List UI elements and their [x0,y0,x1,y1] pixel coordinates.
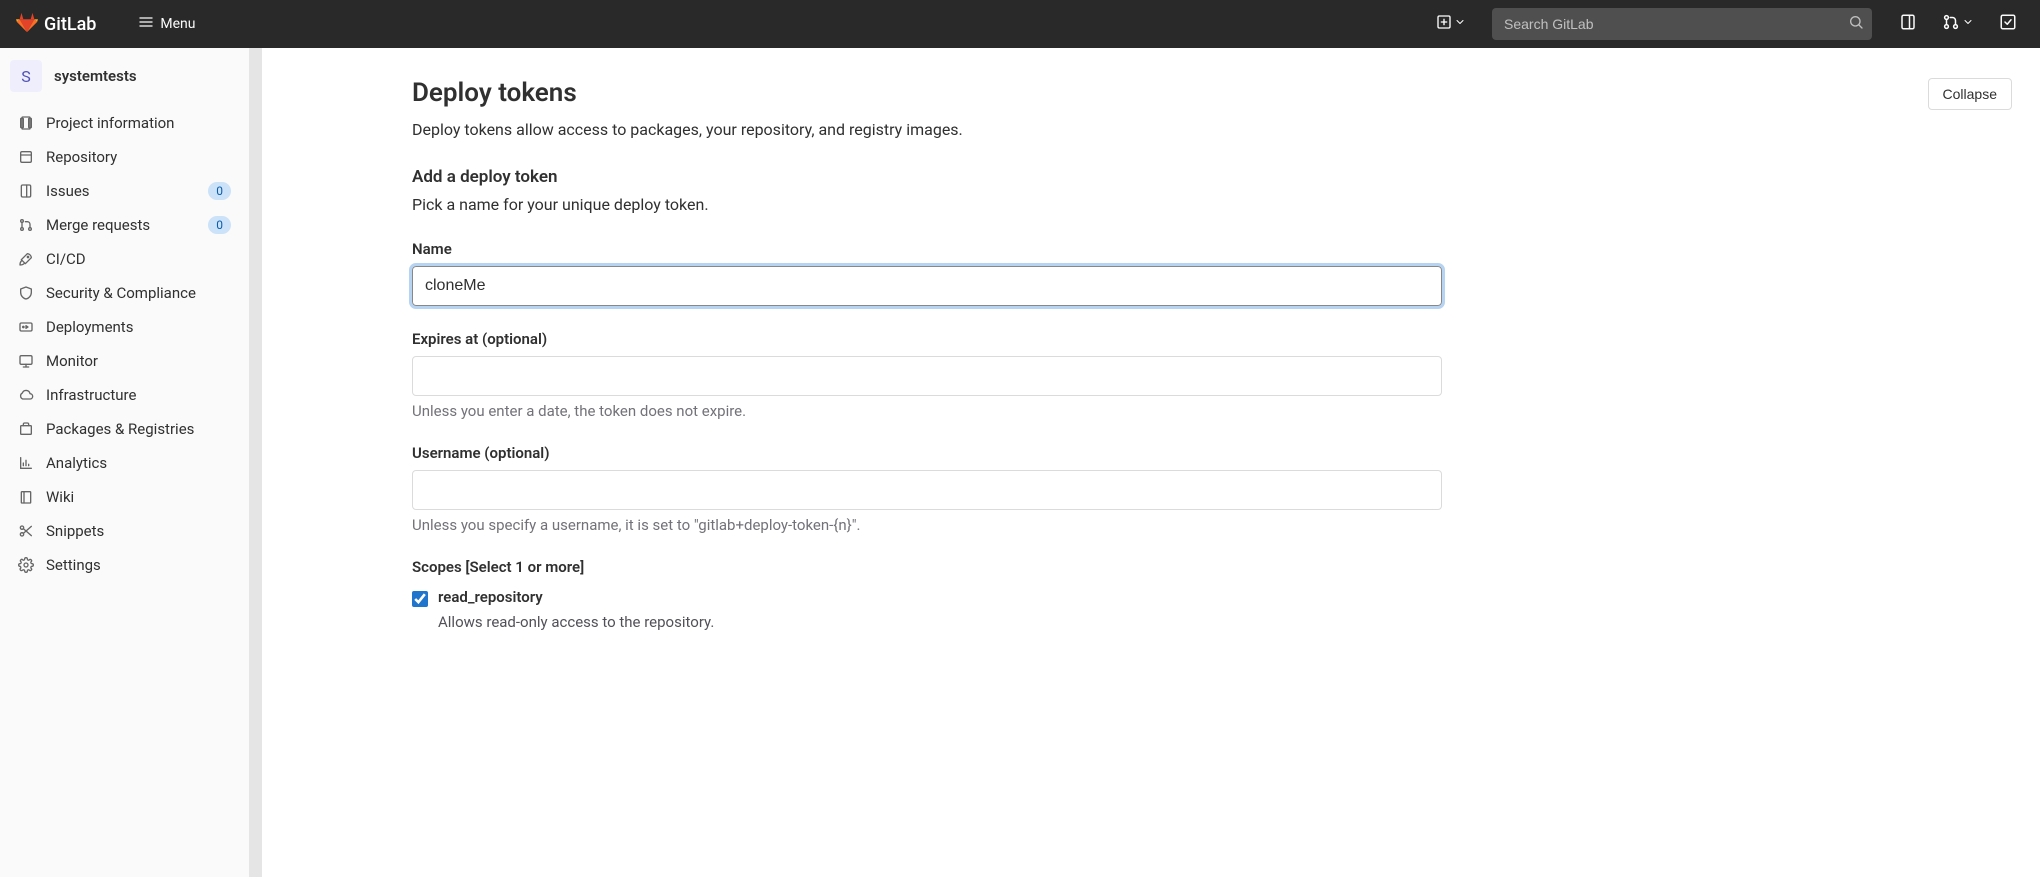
menu-label: Menu [160,16,195,32]
sidebar-item-project-information[interactable]: Project information [8,106,241,140]
collapse-button[interactable]: Collapse [1928,78,2012,110]
project-info-icon [18,115,34,131]
sidebar-item-label: Analytics [46,454,231,472]
brand-text: GitLab [44,14,96,35]
scopes-label: Scopes [Select 1 or more] [412,558,1442,576]
main-content: Deploy tokens Collapse Deploy tokens all… [262,48,2040,877]
issues-icon [1899,13,1917,35]
sidebar-item-label: Packages & Registries [46,420,231,438]
sidebar-item-label: Deployments [46,318,231,336]
sidebar-item-label: Monitor [46,352,231,370]
project-name: systemtests [54,67,137,85]
package-icon [18,421,34,437]
sidebar-item-label: Issues [46,182,196,200]
todo-icon [1999,13,2017,35]
sidebar-item-label: Repository [46,148,231,166]
scope-read-repository-checkbox[interactable] [412,591,428,607]
sidebar-item-snippets[interactable]: Snippets [8,514,241,548]
sidebar-item-packages[interactable]: Packages & Registries [8,412,241,446]
sidebar-item-issues[interactable]: Issues 0 [8,174,241,208]
gitlab-logo-icon [16,11,38,37]
menu-button[interactable]: Menu [128,8,205,40]
sidebar-item-merge-requests[interactable]: Merge requests 0 [8,208,241,242]
project-avatar: S [10,60,42,92]
sidebar-item-label: Settings [46,556,231,574]
issues-count-badge: 0 [208,182,231,200]
expires-label: Expires at (optional) [412,330,1442,348]
global-search [1492,8,1872,40]
repository-icon [18,149,34,165]
sidebar-item-monitor[interactable]: Monitor [8,344,241,378]
username-label: Username (optional) [412,444,1442,462]
mr-count-badge: 0 [208,216,231,234]
monitor-icon [18,353,34,369]
scope-description: Allows read-only access to the repositor… [438,613,1442,631]
sidebar-item-label: Infrastructure [46,386,231,404]
rocket-icon [18,251,34,267]
merge-request-icon [18,217,34,233]
issues-nav-button[interactable] [1892,8,1924,40]
name-label: Name [412,240,1442,258]
sidebar-item-label: Snippets [46,522,231,540]
username-help-text: Unless you specify a username, it is set… [412,516,1442,534]
expires-help-text: Unless you enter a date, the token does … [412,402,1442,420]
sidebar-item-deployments[interactable]: Deployments [8,310,241,344]
search-input[interactable] [1492,8,1872,40]
todos-nav-button[interactable] [1992,8,2024,40]
gear-icon [18,557,34,573]
token-username-input[interactable] [412,470,1442,510]
sidebar-item-cicd[interactable]: CI/CD [8,242,241,276]
sidebar-item-infrastructure[interactable]: Infrastructure [8,378,241,412]
add-token-heading: Add a deploy token [412,167,2012,187]
chevron-down-icon [1962,16,1974,32]
project-sidebar: S systemtests Project information Reposi… [0,48,250,877]
new-dropdown[interactable] [1430,10,1472,38]
merge-requests-nav-button[interactable] [1936,9,1980,39]
deployments-icon [18,319,34,335]
book-icon [18,489,34,505]
add-token-description: Pick a name for your unique deploy token… [412,195,2012,214]
sidebar-item-label: Wiki [46,488,231,506]
chart-icon [18,455,34,471]
sidebar-item-repository[interactable]: Repository [8,140,241,174]
sidebar-item-label: CI/CD [46,250,231,268]
sidebar-item-label: Security & Compliance [46,284,231,302]
scope-name[interactable]: read_repository [438,588,543,606]
page-title: Deploy tokens [412,78,1912,108]
token-name-input[interactable] [412,266,1442,306]
sidebar-item-security[interactable]: Security & Compliance [8,276,241,310]
hamburger-icon [138,14,154,34]
brand[interactable]: GitLab [16,11,96,37]
shield-icon [18,285,34,301]
sidebar-item-analytics[interactable]: Analytics [8,446,241,480]
sidebar-scrollbar[interactable] [250,48,262,877]
merge-request-icon [1942,13,1960,35]
sidebar-item-label: Merge requests [46,216,196,234]
project-header[interactable]: S systemtests [0,48,249,106]
cloud-icon [18,387,34,403]
issues-icon [18,183,34,199]
sidebar-item-settings[interactable]: Settings [8,548,241,582]
token-expires-input[interactable] [412,356,1442,396]
section-description: Deploy tokens allow access to packages, … [412,120,2012,139]
chevron-down-icon [1454,16,1466,32]
sidebar-item-wiki[interactable]: Wiki [8,480,241,514]
scissors-icon [18,523,34,539]
plus-square-icon [1436,14,1452,34]
sidebar-item-label: Project information [46,114,231,132]
top-navbar: GitLab Menu [0,0,2040,48]
